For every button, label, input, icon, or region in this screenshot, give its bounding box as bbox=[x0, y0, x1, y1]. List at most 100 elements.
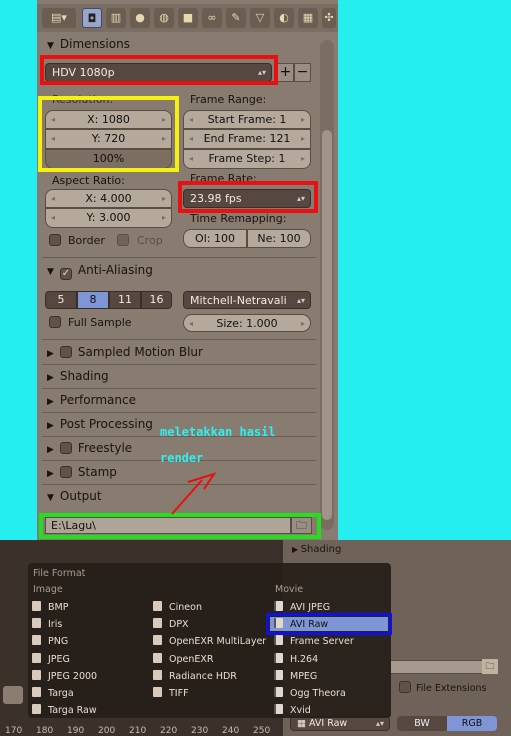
image-file-icon bbox=[153, 618, 162, 629]
collapsed-triangle-icon: ▶ bbox=[47, 445, 54, 455]
start-frame-field[interactable]: ◂ Start Frame: 1 ▸ bbox=[183, 110, 311, 129]
remove-preset-button[interactable]: − bbox=[294, 63, 311, 82]
section-sampled-motion-blur[interactable]: ▶ Sampled Motion Blur bbox=[47, 345, 203, 359]
file-format-option[interactable]: DPX bbox=[153, 618, 189, 630]
folder-browse-icon[interactable]: 🗀 bbox=[482, 659, 498, 674]
file-format-option[interactable]: OpenEXR MultiLayer bbox=[153, 635, 266, 647]
aspect-y-field[interactable]: ◂ Y: 3.000 ▸ bbox=[45, 208, 172, 228]
filter-size-field[interactable]: ◂ Size: 1.000 ▸ bbox=[183, 314, 311, 332]
tab-mesh-data-icon[interactable]: ▽ bbox=[250, 8, 270, 28]
file-format-option[interactable]: Frame Server bbox=[274, 635, 354, 647]
aa-samples-11[interactable]: 11 bbox=[109, 291, 141, 309]
motion-blur-checkbox[interactable] bbox=[59, 346, 72, 358]
frame-step-field[interactable]: ◂ Frame Step: 1 ▸ bbox=[183, 149, 311, 169]
dimensions-header[interactable]: ▼ Dimensions bbox=[47, 37, 130, 51]
border-checkbox[interactable] bbox=[49, 234, 61, 246]
image-file-icon bbox=[153, 652, 162, 663]
file-format-option[interactable]: OpenEXR bbox=[153, 652, 214, 665]
old-value: Ol: 100 bbox=[195, 232, 235, 245]
anti-aliasing-header[interactable]: ▼ ✓ Anti-Aliasing bbox=[47, 263, 153, 280]
ruler-tick-label: 190 bbox=[67, 726, 85, 736]
movie-file-icon bbox=[274, 704, 283, 715]
ruler-tick-label: 210 bbox=[129, 726, 147, 736]
rgb-button[interactable]: RGB bbox=[447, 716, 497, 731]
editor-type-icon[interactable]: ▤▾ bbox=[42, 8, 76, 28]
section-title: Shading bbox=[59, 369, 109, 383]
ruler-tick-label: 230 bbox=[191, 726, 209, 736]
scrollbar-thumb[interactable] bbox=[322, 130, 332, 520]
lower-shading-header[interactable]: ▶ Shading bbox=[292, 544, 341, 555]
movie-file-icon bbox=[274, 687, 283, 697]
file-format-option[interactable]: Targa bbox=[32, 687, 74, 699]
section-post-processing[interactable]: ▶ Post Processing bbox=[47, 417, 153, 431]
full-sample-checkbox[interactable] bbox=[49, 316, 61, 328]
section-shading[interactable]: ▶ Shading bbox=[47, 369, 109, 383]
divider bbox=[42, 388, 316, 389]
section-stamp[interactable]: ▶ Stamp bbox=[47, 465, 117, 479]
aa-samples-5[interactable]: 5 bbox=[45, 291, 77, 309]
file-extensions-checkbox[interactable] bbox=[399, 681, 411, 693]
file-format-option[interactable]: BMP bbox=[32, 601, 68, 613]
file-format-option[interactable]: MPEG bbox=[274, 669, 318, 682]
tab-world-icon[interactable]: ◍ bbox=[154, 8, 174, 28]
freestyle-checkbox[interactable] bbox=[59, 442, 72, 454]
file-format-option[interactable]: AVI JPEG bbox=[274, 601, 330, 613]
annotation-blue-box bbox=[266, 613, 392, 635]
option-label: AVI JPEG bbox=[290, 602, 331, 613]
file-format-option[interactable]: Radiance HDR bbox=[153, 669, 237, 682]
updown-arrows-icon: ▴▾ bbox=[296, 296, 305, 305]
section-performance[interactable]: ▶ Performance bbox=[47, 393, 136, 407]
option-label: BMP bbox=[48, 602, 69, 613]
divider bbox=[42, 339, 316, 340]
section-title: Post Processing bbox=[59, 417, 153, 431]
file-format-option[interactable]: JPEG 2000 bbox=[32, 669, 98, 682]
section-title: Shading bbox=[300, 544, 342, 555]
aa-samples-8[interactable]: 8 bbox=[77, 291, 109, 309]
tab-render-camera-icon[interactable]: ◘ bbox=[82, 8, 102, 28]
option-label: MPEG bbox=[290, 670, 318, 682]
time-remap-old-field[interactable]: Ol: 100 bbox=[183, 229, 247, 248]
aa-samples-16[interactable]: 16 bbox=[141, 291, 172, 309]
stamp-checkbox[interactable] bbox=[59, 466, 72, 478]
file-format-dropdown[interactable]: ▦ AVI Raw ▴▾ bbox=[290, 716, 390, 731]
file-format-option[interactable]: Iris bbox=[32, 618, 62, 630]
editor-type-icon[interactable] bbox=[3, 686, 23, 704]
tab-material-icon[interactable]: ◐ bbox=[274, 8, 294, 28]
aa-filter-dropdown[interactable]: Mitchell-Netravali ▴▾ bbox=[183, 291, 311, 309]
file-format-option[interactable]: Targa Raw bbox=[32, 704, 97, 716]
tab-modifier-icon[interactable]: ✎ bbox=[226, 8, 246, 28]
divider bbox=[42, 364, 316, 365]
crop-checkbox[interactable] bbox=[117, 234, 129, 246]
file-extensions-label: File Extensions bbox=[416, 683, 487, 694]
tab-object-icon[interactable]: ■ bbox=[178, 8, 198, 28]
end-frame-field[interactable]: ◂ End Frame: 121 ▸ bbox=[183, 129, 311, 149]
bw-button[interactable]: BW bbox=[397, 716, 447, 731]
aspect-x-field[interactable]: ◂ X: 4.000 ▸ bbox=[45, 189, 172, 208]
add-preset-button[interactable]: + bbox=[277, 63, 294, 82]
tab-scene-icon[interactable]: ● bbox=[130, 8, 150, 28]
file-format-option[interactable]: H.264 bbox=[274, 652, 318, 665]
file-format-option[interactable]: Ogg Theora bbox=[274, 687, 346, 699]
image-file-icon bbox=[32, 669, 41, 680]
properties-tab-bar: ▤▾ ◘ ▥ ● ◍ ■ ∞ ✎ ▽ ◐ ▦ ✣ bbox=[37, 4, 338, 32]
file-format-option[interactable]: PNG bbox=[32, 635, 68, 647]
section-freestyle[interactable]: ▶ Freestyle bbox=[47, 441, 132, 455]
file-format-option[interactable]: JPEG bbox=[32, 652, 70, 665]
time-remap-new-field[interactable]: Ne: 100 bbox=[247, 229, 311, 248]
section-output[interactable]: ▼ Output bbox=[47, 489, 102, 503]
image-file-icon bbox=[32, 704, 41, 715]
file-format-option[interactable]: Xvid bbox=[274, 704, 311, 716]
scrollbar-track[interactable] bbox=[320, 40, 334, 530]
option-label: Frame Server bbox=[290, 636, 354, 648]
movie-header: Movie bbox=[275, 584, 304, 595]
tab-render-layers-icon[interactable]: ▥ bbox=[106, 8, 126, 28]
collapsed-triangle-icon: ▶ bbox=[47, 373, 54, 383]
tab-texture-icon[interactable]: ▦ bbox=[298, 8, 318, 28]
tab-constraints-icon[interactable]: ∞ bbox=[202, 8, 222, 28]
anti-aliasing-checkbox[interactable]: ✓ bbox=[59, 268, 72, 280]
image-file-icon bbox=[32, 652, 41, 663]
file-format-option[interactable]: TIFF bbox=[153, 687, 189, 699]
file-format-option[interactable]: Cineon bbox=[153, 601, 202, 613]
tab-particles-icon[interactable]: ✣ bbox=[322, 8, 336, 28]
option-label: JPEG 2000 bbox=[48, 670, 98, 682]
